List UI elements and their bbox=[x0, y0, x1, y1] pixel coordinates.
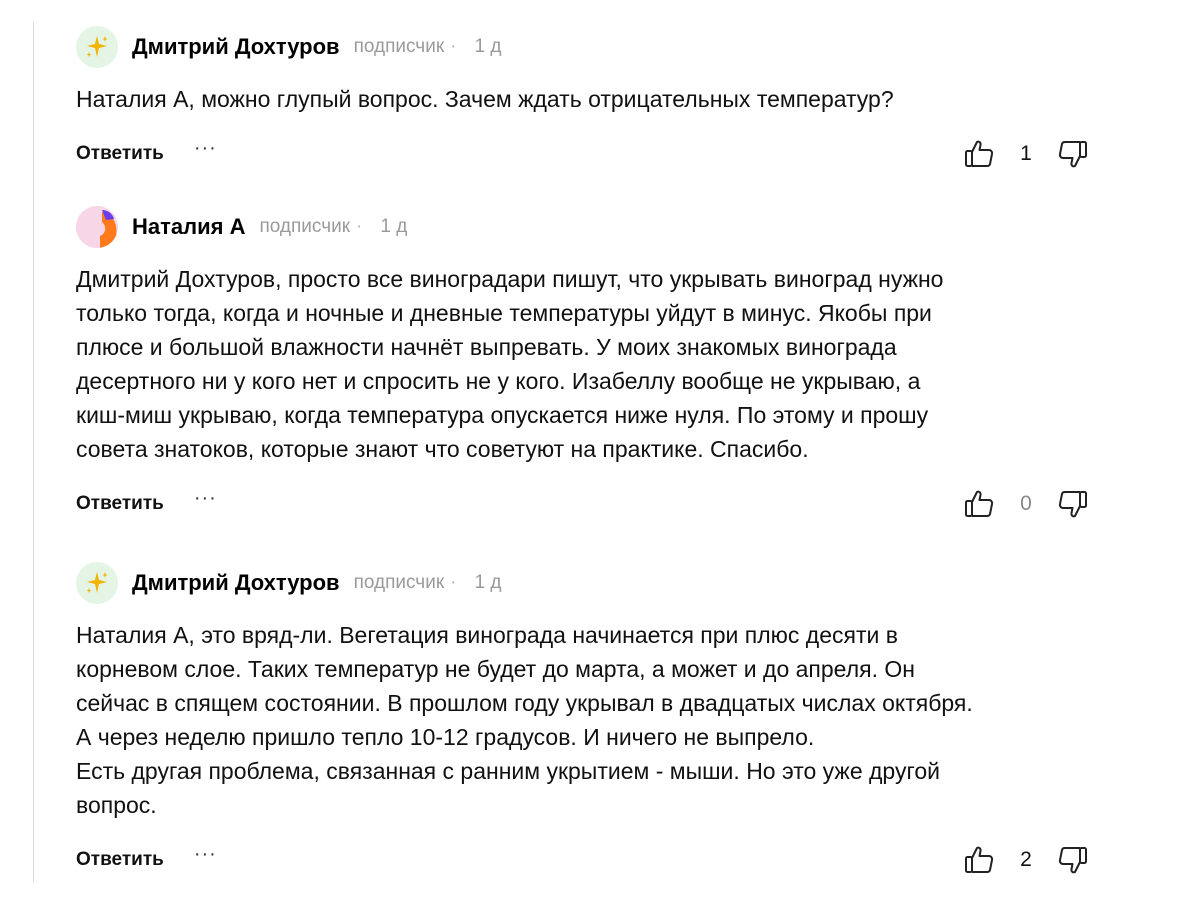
author-name[interactable]: Дмитрий Дохтуров bbox=[132, 570, 340, 596]
comment-header: Дмитрий Дохтуров подписчик · 1 д bbox=[76, 24, 1116, 70]
comment-time: 1 д bbox=[474, 36, 502, 57]
more-options-button[interactable]: ··· bbox=[194, 137, 217, 160]
comment-header: Наталия А подписчик · 1 д bbox=[76, 204, 1116, 250]
user-avatar[interactable] bbox=[76, 206, 118, 248]
author-role: подписчик bbox=[259, 216, 351, 237]
reply-button[interactable]: Ответить bbox=[76, 143, 164, 165]
thread-line bbox=[33, 22, 34, 882]
thumbs-up-icon[interactable] bbox=[962, 842, 996, 878]
comment-text: Дмитрий Дохтуров, просто все виноградари… bbox=[76, 266, 944, 462]
thumbs-down-icon[interactable] bbox=[1056, 136, 1090, 172]
meta-separator: · bbox=[450, 36, 457, 57]
thumbs-down-icon[interactable] bbox=[1056, 842, 1090, 878]
more-options-button[interactable]: ··· bbox=[194, 487, 217, 510]
like-count: 1 bbox=[1020, 142, 1032, 165]
like-count: 0 bbox=[1020, 492, 1032, 515]
more-options-button[interactable]: ··· bbox=[194, 843, 217, 866]
thumbs-up-icon[interactable] bbox=[962, 486, 996, 522]
reply-button[interactable]: Ответить bbox=[76, 849, 164, 871]
comment-meta: подписчик · 1 д bbox=[259, 216, 407, 238]
vote-controls: 0 bbox=[962, 484, 1090, 524]
reply-button[interactable]: Ответить bbox=[76, 493, 164, 515]
sparkles-icon[interactable] bbox=[76, 26, 118, 68]
comment-meta: подписчик · 1 д bbox=[354, 572, 502, 594]
comment: Наталия А подписчик · 1 д Дмитрий Дохтур… bbox=[76, 204, 1116, 524]
thumbs-up-icon[interactable] bbox=[962, 136, 996, 172]
vote-controls: 2 bbox=[962, 840, 1090, 880]
comment-meta: подписчик · 1 д bbox=[354, 36, 502, 58]
comment-text: Наталия А, это вряд-ли. Вегетация виногр… bbox=[76, 622, 973, 818]
vote-controls: 1 bbox=[962, 134, 1090, 174]
author-role: подписчик bbox=[353, 36, 445, 57]
comment-time: 1 д bbox=[380, 216, 408, 237]
author-name[interactable]: Дмитрий Дохтуров bbox=[132, 34, 340, 60]
comment-header: Дмитрий Дохтуров подписчик · 1 д bbox=[76, 560, 1116, 606]
thumbs-down-icon[interactable] bbox=[1056, 486, 1090, 522]
author-role: подписчик bbox=[353, 572, 445, 593]
comment: Дмитрий Дохтуров подписчик · 1 д Наталия… bbox=[76, 24, 1116, 174]
comment-actions: Ответить ··· 2 bbox=[76, 840, 1116, 880]
meta-separator: · bbox=[356, 216, 363, 237]
comment-actions: Ответить ··· 0 bbox=[76, 484, 1116, 524]
author-name[interactable]: Наталия А bbox=[132, 214, 245, 240]
meta-separator: · bbox=[450, 572, 457, 593]
comment: Дмитрий Дохтуров подписчик · 1 д Наталия… bbox=[76, 560, 1116, 880]
like-count: 2 bbox=[1020, 848, 1032, 871]
comment-actions: Ответить ··· 1 bbox=[76, 134, 1116, 174]
comment-time: 1 д bbox=[474, 572, 502, 593]
sparkles-icon[interactable] bbox=[76, 562, 118, 604]
comment-text: Наталия А, можно глупый вопрос. Зачем жд… bbox=[76, 86, 894, 112]
